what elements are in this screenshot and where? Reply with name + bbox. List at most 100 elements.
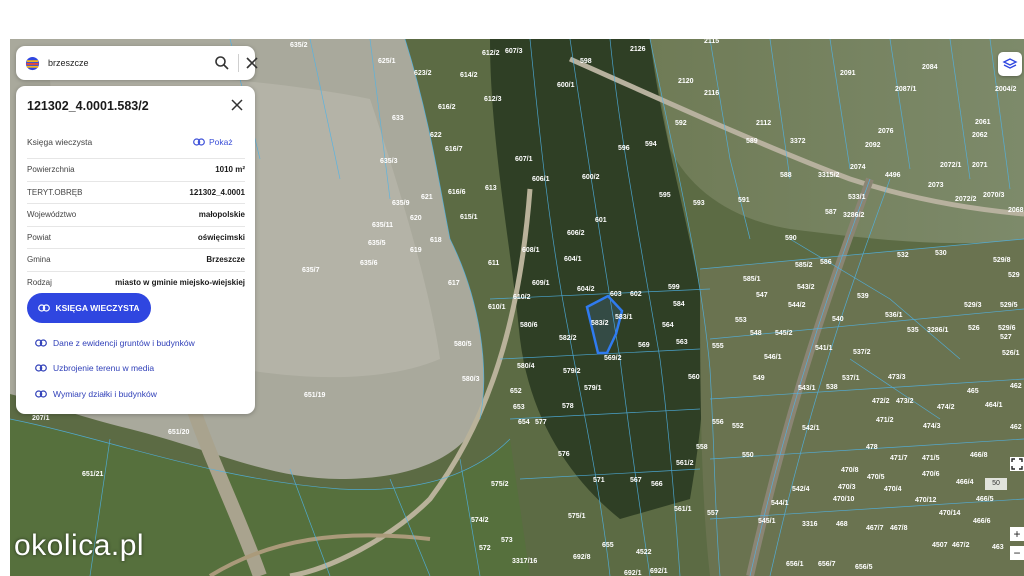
parcel-number-label: 604/1 [564, 256, 582, 263]
parcel-info-panel: 121302_4.0001.583/2 Księga wieczysta Pok… [16, 86, 255, 414]
parcel-number-label: 582/2 [559, 335, 577, 342]
parcel-number-label: 2070/3 [983, 192, 1005, 199]
parcel-number-label: 3372 [790, 138, 806, 145]
attr-key: Gmina [27, 255, 51, 265]
parcel-number-label: 552 [732, 423, 744, 430]
parcel-number-label: 532 [897, 252, 909, 259]
parcel-number-label: 579/1 [584, 385, 602, 392]
parcel-number-label: 611 [488, 260, 499, 267]
parcel-number-label: 553 [735, 317, 747, 324]
link-land-registry-data[interactable]: Dane z ewidencji gruntów i budynków [35, 336, 195, 350]
parcel-number-label: 606/1 [532, 176, 550, 183]
parcel-number-label: 3315/2 [818, 172, 840, 179]
parcel-number-label: 571 [593, 477, 605, 484]
parcel-number-label: 542/4 [792, 486, 810, 493]
map-scale: 50 [985, 478, 1007, 490]
parcel-number-label: 566 [651, 481, 663, 488]
parcel-number-label: 651/21 [82, 471, 104, 478]
parcel-number-label: 585/2 [795, 262, 813, 269]
top-bar [0, 0, 1024, 39]
parcel-number-label: 591 [738, 197, 750, 204]
parcel-number-label: 651/20 [168, 429, 190, 436]
parcel-number-label: 614/2 [460, 72, 478, 79]
parcel-number-label: 575/1 [568, 513, 586, 520]
parcel-number-label: 464/1 [985, 402, 1003, 409]
parcel-number-label: 692/1 [650, 568, 668, 575]
parcel-number-label: 580/6 [520, 322, 538, 329]
attr-value: oświęcimski [197, 232, 245, 242]
parcel-number-label: 3286/2 [843, 212, 865, 219]
parcel-number-label: 607/1 [515, 156, 533, 163]
fullscreen-icon [1011, 458, 1023, 470]
parcel-number-label: 564 [662, 322, 674, 329]
zoom-in-button[interactable]: + [1010, 527, 1024, 541]
attr-value: 1010 m² [215, 165, 245, 175]
parcel-number-label: 2072/2 [955, 196, 977, 203]
parcel-number-label: 3316 [802, 521, 818, 528]
search-icon[interactable] [214, 55, 230, 71]
parcel-number-label: 544/2 [788, 302, 806, 309]
parcel-number-label: 2115 [704, 39, 719, 45]
parcel-number-label: 635/7 [302, 267, 320, 274]
parcel-number-label: 4507 [932, 542, 948, 549]
parcel-number-label: 561/1 [674, 506, 692, 513]
parcel-number-label: 470/3 [838, 484, 856, 491]
village-area [700, 239, 1024, 576]
parcel-number-label: 608/1 [522, 247, 540, 254]
parcel-number-label: 527 [1000, 334, 1012, 341]
link-dimensions[interactable]: Wymiary działki i budynków [35, 387, 157, 401]
parcel-number-label: 474/3 [923, 423, 941, 430]
attr-row: Rodzaj miasto w gminie miejsko-wiejskiej [27, 272, 245, 294]
parcel-number-label: 467/7 [866, 525, 884, 532]
parcel-number-label: 467/8 [890, 525, 908, 532]
parcel-number-label: 2126 [630, 46, 646, 53]
close-panel-icon[interactable] [231, 99, 243, 111]
kw-button[interactable]: KSIĘGA WIECZYSTA [27, 293, 151, 323]
parcel-number-label: 526 [968, 325, 980, 332]
parcel-number-label: 653 [513, 404, 525, 411]
parcel-number-label: 556 [712, 419, 724, 426]
parcel-number-label: 546/1 [764, 354, 782, 361]
clear-search-icon[interactable] [246, 57, 258, 69]
zoom-out-button[interactable]: − [1010, 546, 1024, 560]
parcel-number-label: 652 [510, 388, 522, 395]
parcel-number-label: 635/9 [392, 200, 410, 207]
kw-show-link[interactable]: Pokaż [193, 135, 233, 149]
parcel-number-label: 536/1 [885, 312, 903, 319]
link-icon [35, 364, 47, 372]
parcel-number-label: 545/2 [775, 330, 793, 337]
parcel-number-label: 530 [935, 250, 947, 257]
parcel-number-label: 561/2 [676, 460, 694, 467]
parcel-number-label: 473/3 [888, 374, 906, 381]
parcel-number-label: 573 [501, 537, 513, 544]
parcel-number-label: 613 [485, 185, 497, 192]
parcel-number-label: 2073 [928, 182, 944, 189]
parcel-number-label: 622 [430, 132, 442, 139]
parcel-number-label: 466/8 [970, 452, 988, 459]
parcel-number-label: 540 [832, 316, 844, 323]
link-utilities[interactable]: Uzbrojenie terenu w media [35, 361, 154, 375]
parcel-number-label: 4496 [885, 172, 901, 179]
parcel-number-label: 470/5 [867, 474, 885, 481]
kw-button-label: KSIĘGA WIECZYSTA [55, 303, 140, 313]
parcel-number-label: 635/6 [360, 260, 378, 267]
layers-button[interactable] [998, 52, 1022, 76]
parcel-number-label: 462 [1010, 424, 1022, 431]
parcel-number-label: 207/1 [32, 415, 50, 422]
fullscreen-button[interactable] [1010, 457, 1024, 471]
parcel-number-label: 2071 [972, 162, 988, 169]
search-input[interactable] [48, 54, 198, 72]
parcel-number-label: 2072/1 [940, 162, 962, 169]
parcel-number-label: 478 [866, 444, 878, 451]
parcel-number-label: 470/4 [884, 486, 902, 493]
parcel-number-label: 529/6 [998, 325, 1016, 332]
attr-key: Rodzaj [27, 277, 52, 287]
parcel-number-label: 563 [676, 339, 688, 346]
parcel-number-label: 544/1 [771, 500, 789, 507]
parcel-number-label: 601 [595, 217, 607, 224]
parcel-number-label: 604/2 [577, 286, 595, 293]
attr-row: TERYT.OBRĘB 121302_4.0001 [27, 182, 245, 204]
parcel-number-label: 470/10 [833, 496, 855, 503]
parcel-number-label: 580/4 [517, 363, 535, 370]
parcel-number-label: 2112 [756, 120, 771, 127]
